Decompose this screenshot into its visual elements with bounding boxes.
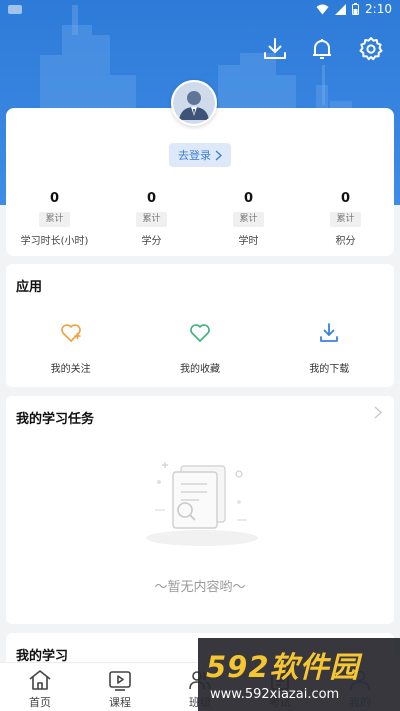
chevron-right-icon — [215, 149, 222, 161]
stat-class-hours[interactable]: 0 累计 学时 — [200, 190, 297, 250]
app-my-downloads[interactable]: 我的下载 — [265, 320, 394, 375]
empty-document-illustration — [146, 462, 258, 546]
stat-value: 0 — [146, 191, 157, 206]
stat-credits[interactable]: 0 累计 学分 — [103, 190, 200, 250]
tasks-title: 我的学习任务 — [16, 412, 95, 427]
wifi-icon — [316, 4, 329, 14]
status-bar: 2:10 — [0, 0, 400, 22]
nav-label: 课程 — [109, 696, 131, 709]
stat-points[interactable]: 0 累计 积分 — [297, 190, 394, 250]
app-my-favorites[interactable]: 我的收藏 — [135, 320, 264, 375]
chevron-right-icon[interactable] — [374, 406, 382, 419]
stat-label: 学习时长(小时) — [20, 236, 89, 247]
watermark-url: www.592xiazai.com — [210, 687, 340, 702]
status-time: 2:10 — [365, 2, 392, 16]
stat-label: 积分 — [335, 236, 356, 247]
download-icon — [264, 38, 286, 59]
empty-state-text: 〜暂无内容哟〜 — [154, 580, 246, 595]
stat-badge: 累计 — [233, 212, 264, 227]
nav-home[interactable]: 首页 — [0, 663, 80, 711]
nav-courses[interactable]: 课程 — [80, 663, 160, 711]
gear-icon — [359, 37, 383, 61]
app-label: 我的关注 — [50, 364, 91, 375]
avatar[interactable] — [171, 80, 217, 126]
stat-value: 0 — [340, 191, 351, 206]
stat-value: 0 — [49, 191, 60, 206]
home-icon — [29, 670, 51, 690]
watermark-logo: 592软件园 www.592xiazai.com — [198, 638, 400, 711]
user-avatar-icon — [173, 82, 215, 124]
nav-label: 首页 — [29, 696, 51, 709]
battery-icon — [352, 3, 360, 15]
login-button[interactable]: 去登录 — [169, 143, 231, 167]
tasks-card: 我的学习任务 〜暂无内容哟〜 — [6, 396, 394, 624]
heart-plus-icon — [60, 324, 81, 342]
notification-icon — [8, 5, 22, 14]
signal-icon — [335, 3, 347, 15]
stat-label: 学分 — [141, 236, 162, 247]
stat-badge: 累计 — [136, 212, 167, 227]
download-icon — [320, 323, 339, 342]
download-button[interactable] — [260, 34, 290, 64]
stats-row: 0 累计 学习时长(小时) 0 累计 学分 0 累计 学时 0 累计 积分 — [6, 190, 394, 250]
stat-badge: 累计 — [330, 212, 361, 227]
app-my-follows[interactable]: 我的关注 — [6, 320, 135, 375]
stat-study-hours[interactable]: 0 累计 学习时长(小时) — [6, 190, 103, 250]
play-icon — [109, 671, 131, 691]
apps-card: 应用 我的关注 我的收藏 我的下载 — [6, 264, 394, 387]
app-label: 我的收藏 — [179, 364, 220, 375]
settings-button[interactable] — [356, 34, 386, 64]
app-label: 我的下载 — [309, 364, 350, 375]
notification-button[interactable] — [307, 34, 337, 64]
stat-label: 学时 — [238, 236, 259, 247]
login-label: 去登录 — [178, 149, 211, 162]
apps-title: 应用 — [16, 280, 43, 295]
stat-value: 0 — [243, 191, 254, 206]
stat-badge: 累计 — [39, 212, 70, 227]
watermark-brand: 592软件园 — [206, 650, 360, 684]
heart-icon — [190, 324, 210, 342]
bell-icon — [313, 39, 331, 59]
